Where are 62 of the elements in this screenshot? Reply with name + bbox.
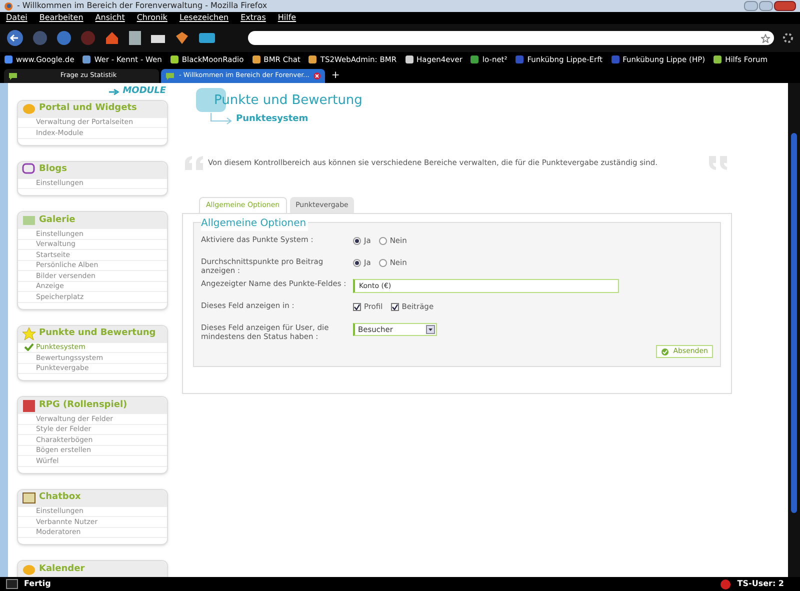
menu-item[interactable]: Datei: [6, 12, 28, 24]
module-icon: [22, 214, 36, 228]
menu-item[interactable]: Lesezeichen: [179, 12, 229, 24]
module-icon: [22, 562, 36, 576]
check-icon: [392, 304, 398, 310]
bookmark-icon[interactable]: [82, 55, 92, 64]
bookmark-icon[interactable]: [308, 55, 318, 64]
status-text: Fertig: [24, 578, 52, 590]
radio-button[interactable]: [378, 258, 387, 267]
check-icon: [354, 304, 360, 310]
section-title: Portal und Widgets: [39, 102, 137, 116]
quote-mark-icon: [708, 156, 728, 170]
bookmark-icon[interactable]: [713, 55, 722, 64]
fieldset-legend: Allgemeine Optionen: [201, 216, 308, 231]
module-icon: [22, 398, 36, 412]
quote-mark-icon: [184, 156, 204, 170]
module-icon: [22, 163, 36, 177]
menu-item[interactable]: Bearbeiten: [39, 12, 84, 24]
menu-item[interactable]: Extras: [240, 12, 266, 24]
module-icon: [22, 327, 36, 341]
module-icon: [22, 491, 36, 505]
radio-button[interactable]: [378, 236, 387, 245]
check-icon: [24, 343, 34, 352]
browser-logo-icon: [4, 2, 13, 10]
address-field[interactable]: [248, 31, 774, 45]
star-icon[interactable]: [761, 34, 770, 42]
chat-icon: [8, 72, 18, 80]
section-title: Blogs: [39, 163, 67, 176]
section-title: RPG (Rollenspiel): [39, 398, 128, 412]
radio-button[interactable]: [353, 258, 361, 267]
scrollbar[interactable]: [788, 83, 800, 577]
menu-item[interactable]: Ansicht: [95, 12, 125, 24]
chat-icon: [165, 72, 175, 80]
section-title: Punkte und Bewertung: [39, 327, 156, 340]
window-title: - Willkommen im Bereich der Forenverwaltung - Mozilla Firefox: [17, 0, 268, 12]
checkbox[interactable]: [353, 302, 361, 311]
user-count: TS-User: 2: [737, 578, 785, 590]
back-icon[interactable]: [6, 29, 24, 47]
bookmark-icon[interactable]: [252, 55, 261, 64]
breadcrumb-arrow-icon: [210, 113, 234, 126]
bookmark-icon[interactable]: [470, 55, 480, 64]
module-icon: [22, 102, 36, 116]
bookmark-icon[interactable]: [404, 55, 414, 64]
home-icon[interactable]: [104, 30, 120, 46]
sidebar-header: MODULE: [122, 85, 166, 98]
close-button[interactable]: [774, 1, 796, 11]
menu-item[interactable]: Hilfe: [278, 12, 296, 24]
radio-button[interactable]: [353, 236, 361, 245]
bookmark-icon[interactable]: [4, 55, 13, 64]
page-title: Punkte und Bewertung: [214, 92, 362, 110]
arrow-icon: [108, 88, 119, 95]
bookmark-icon[interactable]: [170, 55, 179, 64]
section-title: Chatbox: [39, 491, 81, 504]
close-icon[interactable]: [313, 72, 322, 80]
check-icon: [661, 348, 670, 356]
new-tab-button[interactable]: +: [327, 69, 344, 83]
section-title: Kalender: [39, 562, 85, 576]
menu-item[interactable]: Chronik: [136, 12, 168, 24]
throbber-icon: [782, 32, 794, 44]
page-subtitle: Punktesystem: [236, 112, 308, 126]
checkbox[interactable]: [390, 302, 399, 311]
section-title: Galerie: [39, 214, 76, 227]
